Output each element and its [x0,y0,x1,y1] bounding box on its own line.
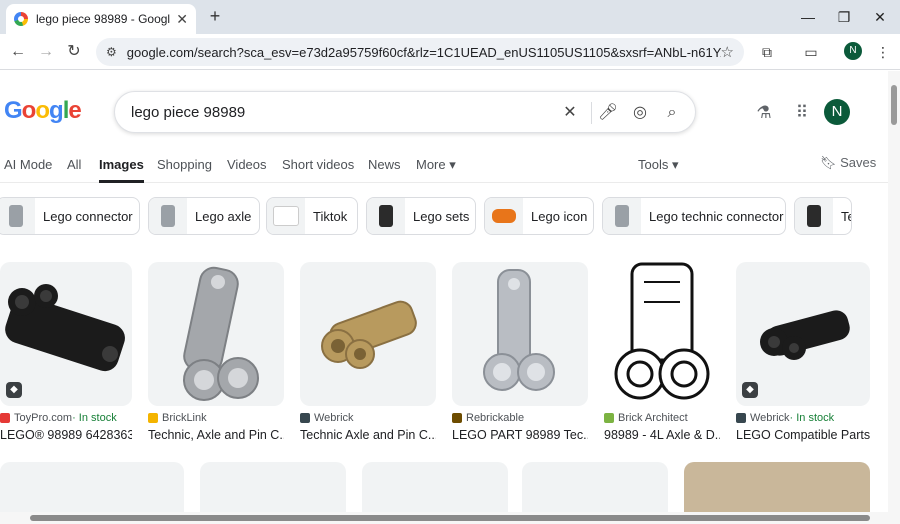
apps-grid-icon[interactable]: ⠿ [790,101,814,125]
voice-search-icon[interactable]: 🎤︎ [597,102,619,124]
labs-flask-icon[interactable]: ⚗ [752,101,776,125]
result-title[interactable]: LEGO PART 98989 Tec... [452,428,588,442]
result-source[interactable]: ToyPro.com · In stock [0,412,117,424]
source-favicon-icon [604,413,614,423]
tools-button[interactable]: Tools ▾ [638,157,679,181]
site-info-icon[interactable]: ⚙ [106,45,117,59]
reload-icon[interactable]: ↻ [62,40,86,64]
result-image[interactable] [604,262,720,406]
search-icon[interactable]: ⌕ [661,102,683,124]
chip-thumbnail [149,198,187,234]
result-source[interactable]: BrickLink [148,412,207,424]
image-result[interactable]: Webrick Technic Axle and Pin C... [300,262,436,442]
tab-more[interactable]: More ▾ [416,157,456,181]
chip-te[interactable]: Te [794,197,852,235]
image-result[interactable]: Rebrickable LEGO PART 98989 Tec... [452,262,588,442]
source-favicon-icon [300,413,310,423]
source-favicon-icon [0,413,10,423]
result-image[interactable]: ◆ [0,262,132,406]
search-tabs: AI Mode All Images Shopping Videos Short… [0,155,888,183]
close-window-icon[interactable]: ✕ [866,6,894,28]
google-account-avatar[interactable]: N [824,99,850,125]
address-bar[interactable]: ⚙ google.com/search?sca_esv=e73d2a95759f… [96,38,744,66]
chip-lego-axle[interactable]: Lego axle [148,197,260,235]
search-box[interactable]: lego piece 98989 ✕ 🎤︎ ◎ ⌕ [114,91,696,133]
forward-icon[interactable]: → [34,40,58,64]
cast-icon[interactable]: ▭ [800,42,822,62]
browser-tab-strip: lego piece 98989 - Google Sear ✕ + — ❐ ✕ [0,0,900,34]
browser-toolbar: ← → ↻ ⚙ google.com/search?sca_esv=e73d2a… [0,34,900,70]
result-image[interactable] [300,262,436,406]
chip-thumbnail [795,198,833,234]
tan-connector-image [321,300,417,369]
tab-videos[interactable]: Videos [227,157,267,180]
search-divider [591,102,592,124]
tab-ai-mode[interactable]: AI Mode [4,157,52,180]
result-title[interactable]: Technic Axle and Pin C... [300,428,436,442]
chip-thumbnail [367,198,405,234]
browser-menu-icon[interactable]: ⋮ [872,42,894,62]
source-favicon-icon [148,413,158,423]
result-source[interactable]: Brick Architect [604,412,688,424]
result-source[interactable]: Webrick · In stock [736,412,834,424]
minimize-icon[interactable]: — [794,6,822,28]
product-tag-icon: ◆ [6,382,22,398]
chip-lego-technic-connector[interactable]: Lego technic connector [602,197,786,235]
clear-search-icon[interactable]: ✕ [559,102,581,124]
new-tab-button[interactable]: + [204,6,226,28]
image-result[interactable]: Brick Architect 98989 - 4L Axle & D... [604,262,720,442]
url-text: google.com/search?sca_esv=e73d2a95759f60… [126,44,721,60]
chip-lego-icon[interactable]: Lego icon [484,197,594,235]
image-result[interactable]: BrickLink Technic, Axle and Pin C... [148,262,284,442]
vertical-scrollbar[interactable] [888,71,900,524]
product-tag-icon: ◆ [742,382,758,398]
image-result[interactable]: ◆ ToyPro.com · In stock LEGO® 98989 6428… [0,262,132,442]
source-favicon-icon [736,413,746,423]
search-query-text[interactable]: lego piece 98989 [131,104,245,121]
browser-profile-avatar[interactable]: N [844,42,862,60]
horizontal-scrollbar[interactable] [0,512,888,524]
tab-short-videos[interactable]: Short videos [282,157,354,180]
image-result[interactable]: ◆ Webrick · In stock LEGO Compatible Par… [736,262,870,442]
result-image[interactable] [452,262,588,406]
chip-lego-sets[interactable]: Lego sets [366,197,476,235]
browser-tab[interactable]: lego piece 98989 - Google Sear ✕ [6,4,196,34]
result-image[interactable] [148,262,284,406]
saves-button[interactable]: 🔖︎ Saves [820,155,876,171]
extensions-icon[interactable]: ⧉ [756,42,778,62]
source-favicon-icon [452,413,462,423]
chip-thumbnail [267,198,305,234]
tab-images[interactable]: Images [99,157,144,183]
bookmark-icon: 🔖︎ [820,155,841,170]
tab-news[interactable]: News [368,157,401,180]
tab-all[interactable]: All [67,157,81,180]
result-title[interactable]: Technic, Axle and Pin C... [148,428,284,442]
result-title[interactable]: LEGO Compatible Parts... [736,428,870,442]
search-results-page: Google lego piece 98989 ✕ 🎤︎ ◎ ⌕ ⚗ ⠿ N A… [0,71,888,524]
back-icon[interactable]: ← [6,40,30,64]
result-image[interactable]: ◆ [736,262,870,406]
chip-thumbnail [485,198,523,234]
lens-search-icon[interactable]: ◎ [629,102,651,124]
result-title[interactable]: LEGO® 98989 6428363... [0,428,132,442]
result-source[interactable]: Rebrickable [452,412,524,424]
chip-thumbnail [603,198,641,234]
scrollbar-thumb[interactable] [30,515,870,521]
restore-icon[interactable]: ❐ [830,6,858,28]
grey-axle-pin-image [183,266,259,401]
tab-shopping[interactable]: Shopping [157,157,212,180]
google-favicon-icon [14,12,28,26]
scrollbar-thumb[interactable] [891,85,897,125]
result-source[interactable]: Webrick [300,412,354,424]
result-title[interactable]: 98989 - 4L Axle & D... [604,428,720,442]
google-logo[interactable]: Google [4,97,82,125]
chip-lego-connector[interactable]: Lego connector [0,197,140,235]
tab-title: lego piece 98989 - Google Sear [36,12,171,26]
bookmark-star-icon[interactable]: ☆ [721,43,734,61]
chip-tiktok[interactable]: Tiktok [266,197,358,235]
grey-axle-pin-render-image [483,269,555,391]
chip-thumbnail [0,198,35,234]
close-tab-icon[interactable]: ✕ [176,11,188,28]
line-drawing-part-image [614,262,710,400]
